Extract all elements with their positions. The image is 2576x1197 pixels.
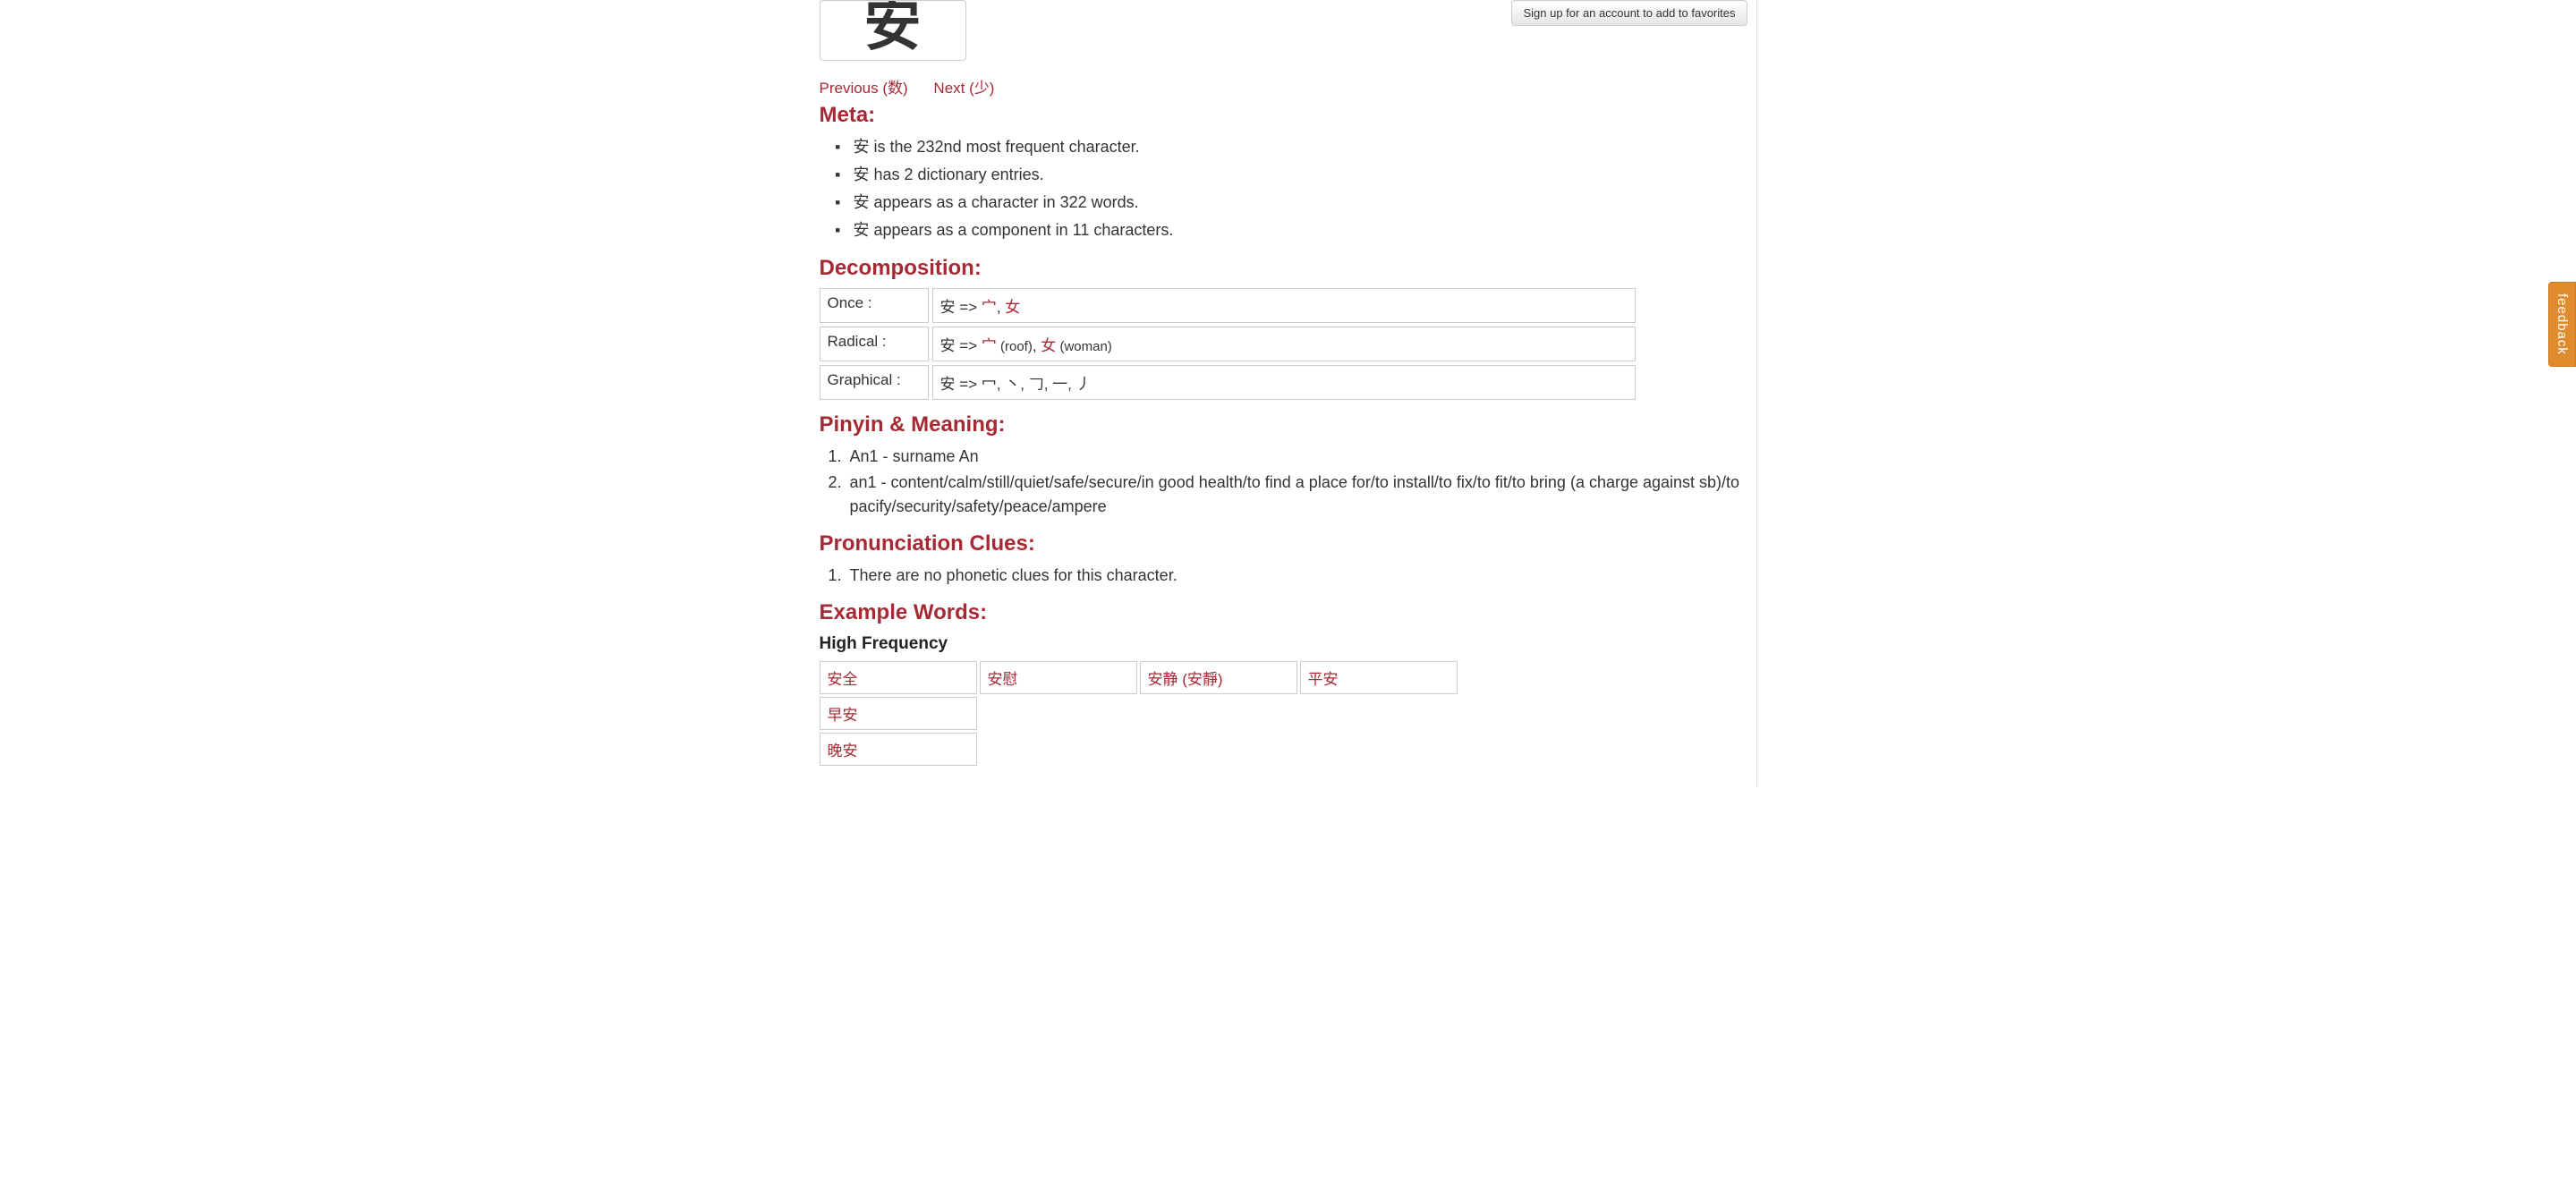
word-link[interactable]: 晚安 [820,733,977,766]
decomposition-table: Once : 安 => 宀, 女 Radical : 安 => 宀 (roof)… [820,288,1636,400]
pronunciation-clues-list: There are no phonetic clues for this cha… [820,564,1756,588]
decomposition-heading: Decomposition: [820,256,1756,281]
decomp-value-once: 安 => 宀, 女 [932,288,1636,323]
word-link[interactable]: 安全 [820,661,977,694]
word-link[interactable]: 平安 [1300,661,1458,694]
word-link[interactable]: 早安 [820,697,977,730]
next-link[interactable]: Next (少) [933,80,994,97]
table-row: Graphical : 安 => 冖, 丶, 𠃌, 一, 丿 [820,365,1636,400]
decomp-value-graphical: 安 => 冖, 丶, 𠃌, 一, 丿 [932,365,1636,400]
table-row: Radical : 安 => 宀 (roof), 女 (woman) [820,327,1636,361]
list-item: 安 is the 232nd most frequent character. [836,135,1756,160]
word-link[interactable]: 安静 (安靜) [1140,661,1297,694]
feedback-tab[interactable]: feedback [2548,282,2576,367]
decomp-label-once: Once : [820,288,929,323]
list-item: 安 appears as a character in 322 words. [836,191,1756,216]
list-item: An1 - surname An [846,445,1756,469]
table-row: Once : 安 => 宀, 女 [820,288,1636,323]
list-item: an1 - content/calm/still/quiet/safe/secu… [846,471,1756,519]
previous-link[interactable]: Previous (数) [820,80,908,97]
nav-links: Previous (数) Next (少) [820,75,1756,98]
character-display: 安 [820,0,966,61]
char-link[interactable]: 宀 [982,337,997,354]
decomp-label-radical: Radical : [820,327,929,361]
char-link[interactable]: 宀 [982,299,997,316]
list-item: 安 appears as a component in 11 character… [836,218,1756,243]
high-frequency-grid: 安全 安慰 安静 (安靜) 平安 早安 [820,661,1616,730]
high-frequency-grid-row2: 晚安 [820,733,1616,766]
char-link[interactable]: 女 [1041,337,1056,354]
pinyin-meaning-list: An1 - surname An an1 - content/calm/stil… [820,445,1756,519]
char-link[interactable]: 女 [1005,299,1020,316]
signup-button[interactable]: Sign up for an account to add to favorit… [1511,0,1747,26]
high-frequency-heading: High Frequency [820,634,1756,654]
list-item: There are no phonetic clues for this cha… [846,564,1756,588]
word-link[interactable]: 安慰 [980,661,1137,694]
example-words-heading: Example Words: [820,600,1756,625]
meta-heading: Meta: [820,103,1756,128]
decomp-label-graphical: Graphical : [820,365,929,400]
pronunciation-clues-heading: Pronunciation Clues: [820,531,1756,556]
decomp-value-radical: 安 => 宀 (roof), 女 (woman) [932,327,1636,361]
list-item: 安 has 2 dictionary entries. [836,163,1756,188]
pinyin-meaning-heading: Pinyin & Meaning: [820,412,1756,437]
main-character: 安 [864,1,922,49]
meta-list: 安 is the 232nd most frequent character. … [820,135,1756,243]
